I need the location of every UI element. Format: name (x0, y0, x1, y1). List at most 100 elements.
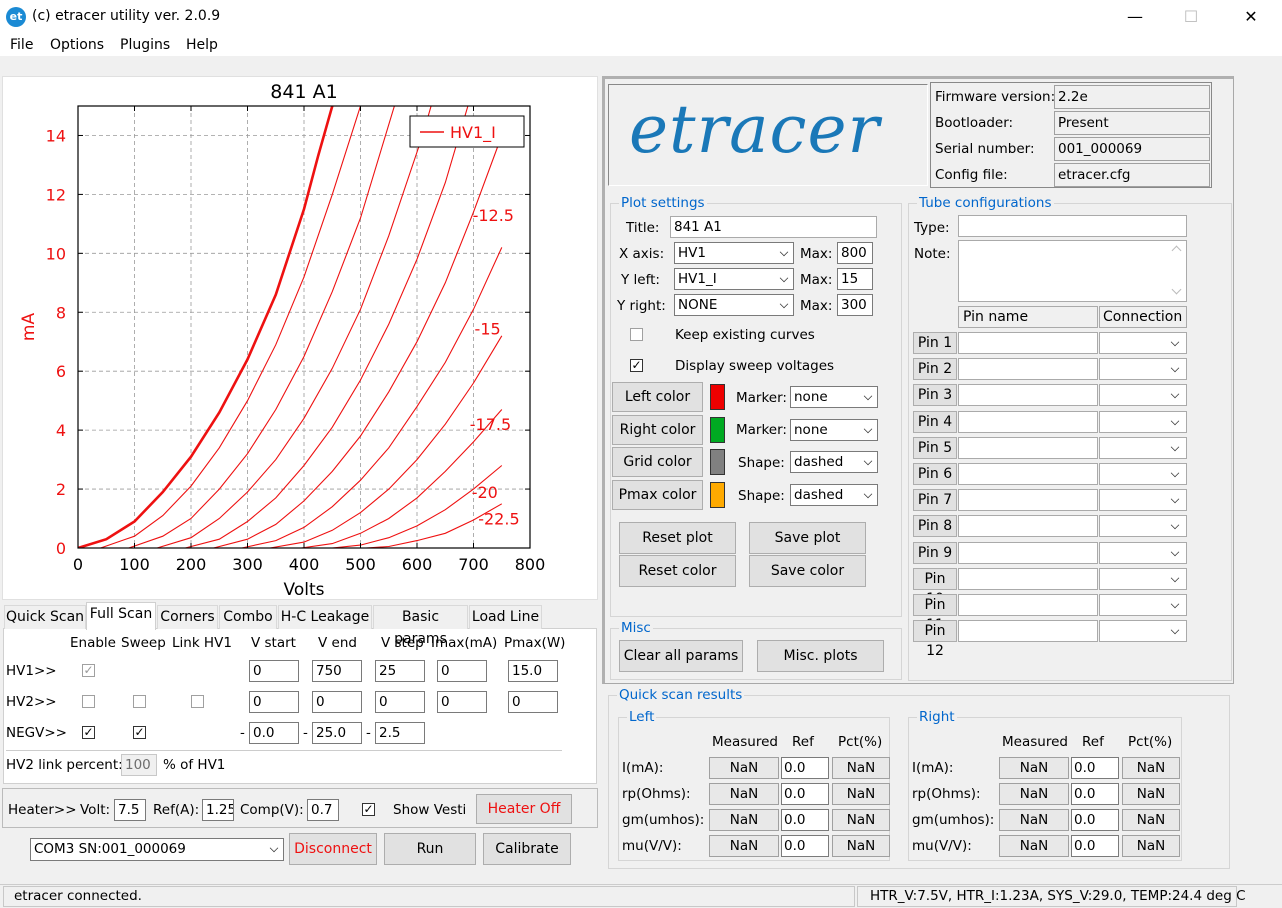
pin-button-1[interactable]: Pin 1 (913, 332, 957, 354)
type-input[interactable] (958, 215, 1187, 237)
marker2-select[interactable]: none (790, 419, 878, 441)
qs-left-ref-input[interactable]: 0.0 (781, 757, 829, 779)
negv-vend-input[interactable]: 25.0 (312, 722, 362, 744)
tab-quick-scan[interactable]: Quick Scan (4, 605, 86, 629)
pin-connection-select-7[interactable] (1099, 489, 1187, 512)
menu-file[interactable]: File (10, 37, 33, 53)
pin-connection-select-12[interactable] (1099, 620, 1187, 643)
negv-enable-checkbox[interactable]: ✓ (82, 726, 95, 739)
hv2-vstart-input[interactable]: 0 (249, 691, 299, 713)
pin-connection-select-1[interactable] (1099, 332, 1187, 354)
marker1-select[interactable]: none (790, 386, 878, 408)
pin-name-input-5[interactable] (958, 436, 1098, 459)
ylmax-input[interactable]: 15 (837, 268, 873, 290)
pin-name-input-10[interactable] (958, 567, 1098, 590)
shape2-select[interactable]: dashed (790, 484, 878, 506)
xaxis-select[interactable]: HV1 (674, 242, 794, 264)
pin-name-input-8[interactable] (958, 515, 1098, 538)
pin-connection-select-8[interactable] (1099, 515, 1187, 538)
maximize-icon[interactable]: ☐ (1168, 0, 1214, 34)
pin-button-11[interactable]: Pin 11 (913, 594, 957, 633)
hv2-pmax-input[interactable]: 0 (508, 691, 558, 713)
pin-button-3[interactable]: Pin 3 (913, 384, 957, 407)
pin-connection-select-11[interactable] (1099, 594, 1187, 616)
negv-vstep-input[interactable]: 2.5 (375, 722, 425, 744)
menu-options[interactable]: Options (50, 37, 104, 53)
pin-name-input-11[interactable] (958, 594, 1098, 616)
tab-combo[interactable]: Combo (219, 605, 277, 629)
hv2-link-checkbox[interactable] (191, 695, 204, 708)
disconnect-button[interactable]: Disconnect (289, 833, 377, 865)
heater-volt-input[interactable]: 7.5 (114, 799, 146, 821)
clear-all-params-button[interactable]: Clear all params (619, 640, 743, 672)
yrmax-input[interactable]: 300 (837, 294, 873, 316)
pin-button-4[interactable]: Pin 4 (913, 410, 957, 433)
scroll-down-icon[interactable] (1171, 284, 1182, 295)
qs-left-ref-input[interactable]: 0.0 (781, 783, 829, 805)
pin-connection-select-4[interactable] (1099, 410, 1187, 433)
title-input[interactable]: 841 A1 (670, 216, 877, 238)
tab-basic-params[interactable]: Basic params (373, 605, 468, 647)
tab-full-scan[interactable]: Full Scan (86, 602, 156, 630)
pin-button-5[interactable]: Pin 5 (913, 436, 957, 459)
save-plot-button[interactable]: Save plot (749, 522, 866, 554)
tab-corners[interactable]: Corners (157, 605, 218, 629)
hv2-vstep-input[interactable]: 0 (375, 691, 425, 713)
left-color-button[interactable]: Left color (612, 382, 703, 412)
pin-name-input-9[interactable] (958, 541, 1098, 564)
pin-button-2[interactable]: Pin 2 (913, 358, 957, 381)
qs-left-ref-input[interactable]: 0.0 (781, 835, 829, 857)
display-sweep-checkbox[interactable]: ✓ (630, 359, 643, 372)
save-color-button[interactable]: Save color (749, 555, 866, 587)
grid-color-button[interactable]: Grid color (612, 447, 703, 477)
pin-name-input-6[interactable] (958, 463, 1098, 485)
pin-button-12[interactable]: Pin 12 (913, 620, 957, 659)
negv-vstart-input[interactable]: 0.0 (249, 722, 299, 744)
tab-load-line[interactable]: Load Line (469, 605, 542, 629)
xmax-input[interactable]: 800 (837, 242, 873, 264)
pin-connection-select-10[interactable] (1099, 567, 1187, 590)
port-select[interactable]: COM3 SN:001_000069 (30, 838, 284, 861)
negv-sweep-checkbox[interactable]: ✓ (133, 726, 146, 739)
hv1-imax-input[interactable]: 0 (437, 660, 487, 682)
minimize-icon[interactable]: — (1112, 0, 1158, 34)
hv1-pmax-input[interactable]: 15.0 (508, 660, 558, 682)
hv2-enable-checkbox[interactable] (82, 695, 95, 708)
hv1-vend-input[interactable]: 750 (312, 660, 362, 682)
calibrate-button[interactable]: Calibrate (483, 833, 571, 865)
pin-button-9[interactable]: Pin 9 (913, 541, 957, 564)
pin-button-7[interactable]: Pin 7 (913, 489, 957, 512)
pin-connection-select-9[interactable] (1099, 541, 1187, 564)
run-button[interactable]: Run (384, 833, 476, 865)
right-color-button[interactable]: Right color (612, 415, 703, 445)
pin-name-input-7[interactable] (958, 489, 1098, 512)
show-vesti-checkbox[interactable]: ✓ (362, 803, 375, 816)
pin-connection-select-6[interactable] (1099, 463, 1187, 485)
pin-button-8[interactable]: Pin 8 (913, 515, 957, 538)
qs-right-ref-input[interactable]: 0.0 (1071, 783, 1119, 805)
yright-select[interactable]: NONE (674, 294, 794, 316)
pin-name-input-1[interactable] (958, 332, 1098, 354)
yleft-select[interactable]: HV1_I (674, 268, 794, 290)
pin-connection-select-2[interactable] (1099, 358, 1187, 381)
pin-name-input-2[interactable] (958, 358, 1098, 381)
hv2-link-input[interactable]: 100 (121, 754, 157, 776)
qs-right-ref-input[interactable]: 0.0 (1071, 757, 1119, 779)
keep-curves-checkbox[interactable] (630, 328, 643, 341)
pin-button-10[interactable]: Pin 10 (913, 567, 957, 607)
note-textarea[interactable] (958, 240, 1187, 302)
hv2-sweep-checkbox[interactable] (133, 695, 146, 708)
heater-comp-input[interactable]: 0.7 (307, 799, 339, 821)
heater-off-button[interactable]: Heater Off (476, 794, 572, 824)
misc-plots-button[interactable]: Misc. plots (757, 640, 884, 672)
scroll-up-icon[interactable] (1171, 245, 1182, 256)
tab-hc-leakage[interactable]: H-C Leakage (278, 605, 372, 629)
menu-plugins[interactable]: Plugins (120, 37, 170, 53)
pin-button-6[interactable]: Pin 6 (913, 463, 957, 485)
shape1-select[interactable]: dashed (790, 451, 878, 473)
pin-name-input-4[interactable] (958, 410, 1098, 433)
hv2-imax-input[interactable]: 0 (437, 691, 487, 713)
pin-name-input-12[interactable] (958, 620, 1098, 643)
menu-help[interactable]: Help (186, 37, 218, 53)
qs-right-ref-input[interactable]: 0.0 (1071, 835, 1119, 857)
